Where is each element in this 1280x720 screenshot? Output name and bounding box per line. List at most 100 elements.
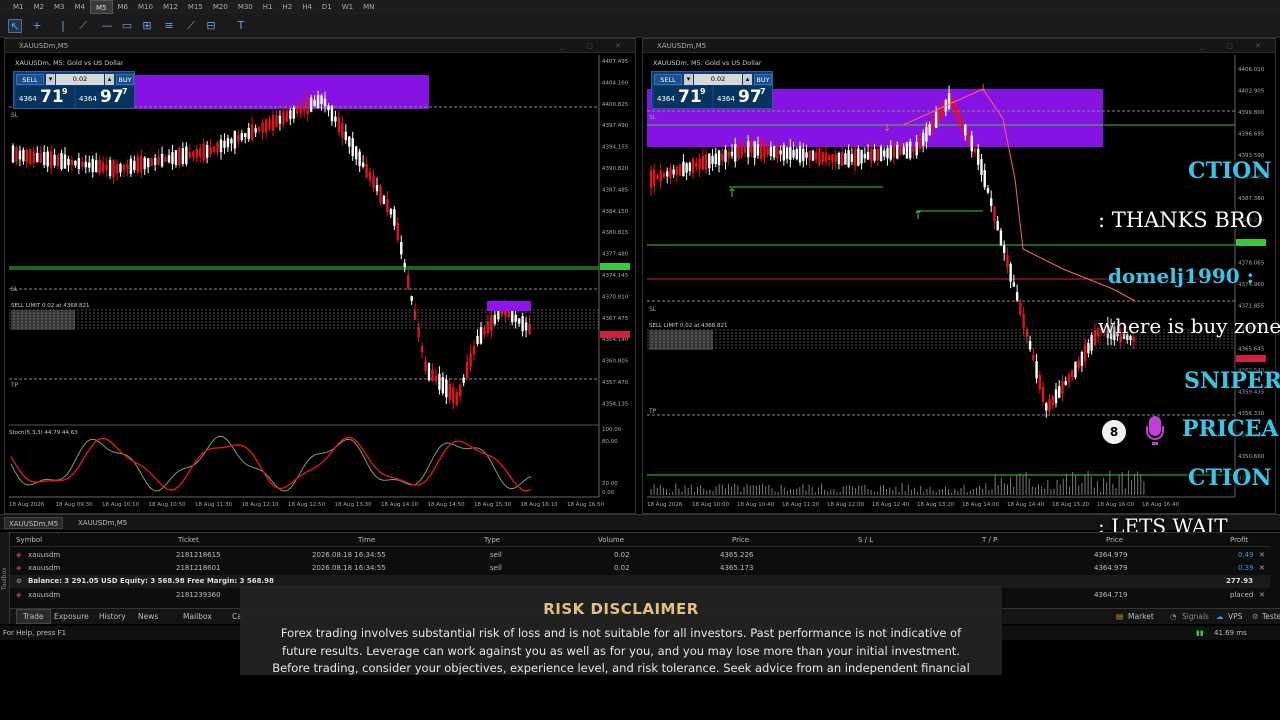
candle-body — [212, 146, 216, 152]
tab-news[interactable]: News — [138, 612, 158, 621]
candle-body — [524, 322, 528, 331]
col-symbol[interactable]: Symbol — [16, 536, 42, 544]
col-time[interactable]: Time — [358, 536, 375, 544]
vertical-line-icon[interactable]: | — [56, 19, 70, 33]
shapes-icon[interactable]: ⊟ — [204, 19, 218, 33]
col-ticket[interactable]: Ticket — [178, 536, 199, 544]
timeframe-w1[interactable]: W1 — [337, 0, 358, 14]
timeframe-m3[interactable]: M3 — [49, 0, 70, 14]
timeframe-m30[interactable]: M30 — [233, 0, 258, 14]
lot-increase-button[interactable]: ▴ — [743, 74, 752, 85]
delete-order-icon[interactable]: ✕ — [1259, 591, 1265, 599]
close-position-icon[interactable]: ✕ — [1259, 564, 1265, 572]
window-buttons[interactable]: _ □ ✕ — [1201, 39, 1271, 53]
candle-body — [798, 146, 802, 163]
price-chart-left[interactable]: 4407.495 4404.160 4400.825 4397.490 4394.155… — [5, 39, 637, 515]
cursor-icon[interactable]: ↖ — [8, 19, 22, 33]
chart-tab-1[interactable]: XAUUSDm,M5 — [4, 517, 64, 529]
timeframe-m4[interactable]: M4 — [70, 0, 91, 14]
timeframe-h2[interactable]: H2 — [277, 0, 297, 14]
order-labels-block — [649, 330, 713, 350]
chart-tab-2[interactable]: XAUUSDm,M5 — [74, 517, 131, 529]
tab-exposure[interactable]: Exposure — [54, 612, 89, 621]
col-volume[interactable]: Volume — [598, 536, 624, 544]
lot-decrease-button[interactable]: ▾ — [46, 74, 55, 85]
crosshair-icon[interactable]: + — [30, 19, 44, 33]
timeframe-mn[interactable]: MN — [358, 0, 379, 14]
candle-body — [983, 170, 986, 188]
timeframe-m1[interactable]: M1 — [8, 0, 29, 14]
tab-tester[interactable]: Tester — [1262, 612, 1280, 621]
candle-body — [1032, 354, 1035, 361]
col-type[interactable]: Type — [484, 536, 500, 544]
lot-decrease-button[interactable]: ▾ — [684, 74, 693, 85]
overlay-line-7: CTION — [1188, 465, 1272, 491]
toolbox-label: Toolbox — [1, 567, 8, 591]
lot-size-field[interactable]: 0.02 — [694, 74, 742, 85]
tester-icon: ⚙ — [1252, 612, 1259, 621]
col-tp[interactable]: T / P — [982, 536, 997, 544]
candle-body — [1035, 361, 1038, 379]
candle-body — [691, 158, 695, 174]
candle-body — [792, 149, 795, 158]
tab-mailbox[interactable]: Mailbox — [183, 612, 212, 621]
tab-history[interactable]: History — [99, 612, 126, 621]
timeframe-m5[interactable]: M5 — [90, 0, 113, 14]
chart-window-left[interactable]: 4407.495 4404.160 4400.825 4397.490 4394.155… — [4, 38, 636, 514]
rectangle-icon[interactable]: ▭ — [120, 19, 134, 33]
timeframe-m12[interactable]: M12 — [158, 0, 183, 14]
timeframe-m20[interactable]: M20 — [208, 0, 233, 14]
timeframe-m6[interactable]: M6 — [113, 0, 134, 14]
time-tick-label: 18 Aug 12:40 — [872, 502, 910, 508]
candle-body — [424, 360, 427, 371]
buy-price[interactable]: 4364 97 7 — [76, 86, 134, 108]
tab-signals[interactable]: Signals — [1182, 612, 1209, 621]
fibonacci-icon[interactable]: ≡ — [162, 19, 176, 33]
col-profit[interactable]: Profit — [1230, 536, 1248, 544]
sell-price[interactable]: 4364 71 9 — [16, 86, 74, 108]
col-price[interactable]: Price — [732, 536, 749, 544]
market-icon: ▤ — [1116, 612, 1124, 621]
timeframe-m10[interactable]: M10 — [133, 0, 158, 14]
overlay-line-5: SNIPER — [1184, 368, 1280, 394]
close-position-icon[interactable]: ✕ — [1259, 551, 1265, 559]
buy-button[interactable]: BUY — [116, 74, 134, 85]
candle-body — [105, 164, 108, 171]
position-row[interactable]: ◈ xauusdm 2181218601 2026.08.18 16:34:55… — [0, 562, 1270, 575]
lot-size-field[interactable]: 0.02 — [56, 74, 104, 85]
sell-button[interactable]: SELL — [654, 74, 682, 85]
col-price-current[interactable]: Price — [1106, 536, 1123, 544]
tab-market[interactable]: Market — [1128, 612, 1154, 621]
sell-price[interactable]: 4364 71 9 — [654, 86, 712, 108]
text-tool-icon[interactable]: T — [234, 19, 248, 33]
buy-price[interactable]: 4364 97 7 — [714, 86, 772, 108]
col-sl[interactable]: S / L — [858, 536, 873, 544]
mt5-terminal: M1 M2 M3 M4 M5 M6 M10 M12 M15 M20 M30 H1 H2 H4 D1 W1 MN … — [0, 0, 1280, 720]
overlay-line-1: CTION — [1188, 158, 1272, 184]
sell-button[interactable]: SELL — [16, 74, 44, 85]
candle-body — [967, 133, 970, 141]
symbol-label: XAUUSDm, M5: Gold vs US Dollar — [15, 59, 124, 67]
buy-button[interactable]: BUY — [754, 74, 772, 85]
timeframe-d1[interactable]: D1 — [317, 0, 337, 14]
timeframe-h4[interactable]: H4 — [297, 0, 317, 14]
horizontal-line-icon[interactable]: — — [100, 19, 114, 33]
tab-trade[interactable]: Trade — [16, 609, 51, 624]
lot-increase-button[interactable]: ▴ — [105, 74, 114, 85]
tab-vps[interactable]: VPS — [1228, 612, 1242, 621]
timeframe-m15[interactable]: M15 — [183, 0, 208, 14]
gann-icon[interactable]: ⟋ — [184, 19, 198, 33]
candle-body — [782, 145, 786, 161]
candle-body — [240, 133, 243, 141]
timeframe-h1[interactable]: H1 — [258, 0, 278, 14]
chart-tabs-bar: XAUUSDm,M5 XAUUSDm,M5 — [0, 514, 1280, 530]
channel-icon[interactable]: ⊞ — [140, 19, 154, 33]
price-tick-label: 4406.010 — [1238, 67, 1265, 73]
candle-body — [233, 130, 237, 149]
position-row[interactable]: ◈ xauusdm 2181218615 2026.08.18 16:34:55… — [0, 549, 1270, 562]
window-buttons[interactable]: _ □ ✕ — [561, 39, 631, 53]
time-tick-label: 18 Aug 09:30 — [56, 502, 94, 508]
timeframe-m2[interactable]: M2 — [29, 0, 50, 14]
candle-body — [39, 153, 42, 163]
trendline-icon[interactable]: ⟋ — [76, 19, 90, 33]
